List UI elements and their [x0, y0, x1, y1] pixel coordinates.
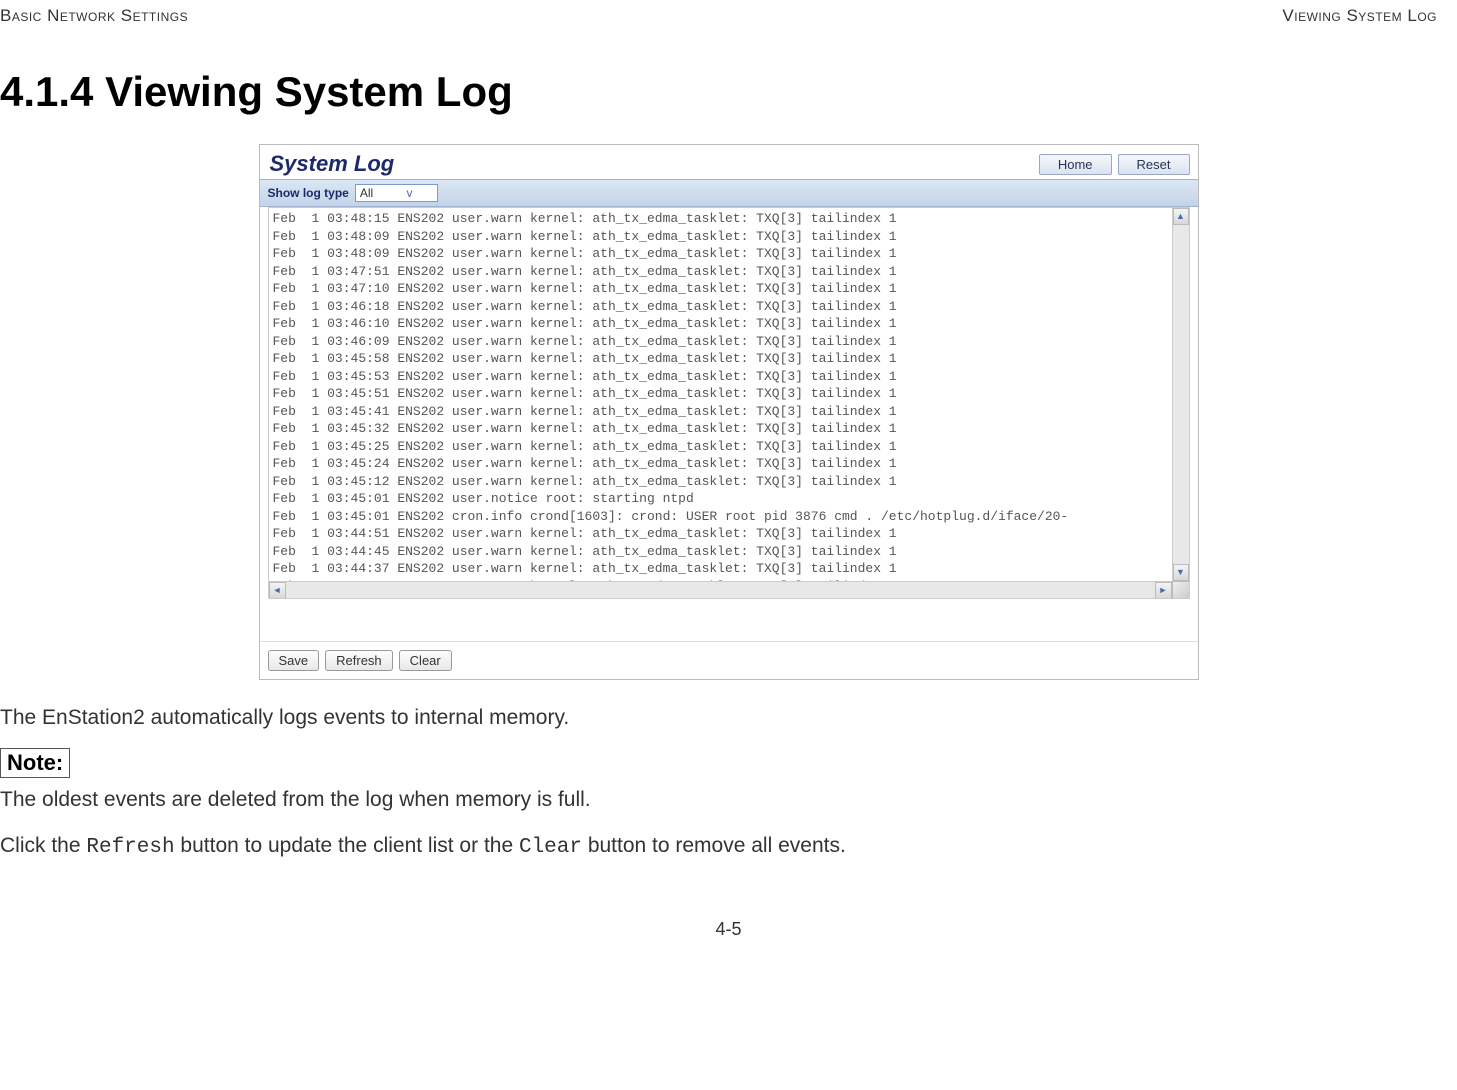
panel-title: System Log	[270, 151, 395, 177]
refresh-button[interactable]: Refresh	[325, 650, 393, 671]
scroll-left-icon[interactable]: ◄	[269, 582, 286, 599]
scroll-down-icon[interactable]: ▼	[1173, 564, 1189, 581]
horizontal-scrollbar[interactable]: ◄ ►	[269, 581, 1189, 598]
log-textarea[interactable]: Feb 1 03:48:15 ENS202 user.warn kernel: …	[268, 207, 1190, 599]
section-heading: 4.1.4 Viewing System Log	[0, 68, 1457, 116]
chevron-down-icon: v	[407, 186, 413, 200]
note-label: Note:	[0, 748, 70, 778]
scroll-up-icon[interactable]: ▲	[1173, 208, 1189, 225]
note-text: The oldest events are deleted from the l…	[0, 788, 1457, 812]
header-right: Viewing System Log	[1282, 6, 1437, 26]
paragraph-instructions: Click the Refresh button to update the c…	[0, 834, 1457, 859]
filter-label: Show log type	[268, 186, 349, 200]
scroll-right-icon[interactable]: ►	[1155, 582, 1172, 599]
clear-button[interactable]: Clear	[399, 650, 452, 671]
header-left: Basic Network Settings	[0, 6, 188, 26]
log-type-select[interactable]: All v	[355, 184, 438, 202]
system-log-panel: System Log Home Reset Show log type All …	[259, 144, 1199, 680]
resize-grip-icon	[1172, 581, 1189, 598]
paragraph-intro: The EnStation2 automatically logs events…	[0, 706, 1457, 730]
vertical-scrollbar[interactable]: ▲ ▼	[1172, 208, 1189, 581]
home-button[interactable]: Home	[1039, 154, 1112, 175]
reset-button[interactable]: Reset	[1118, 154, 1190, 175]
page-number: 4-5	[0, 919, 1457, 950]
save-button[interactable]: Save	[268, 650, 320, 671]
